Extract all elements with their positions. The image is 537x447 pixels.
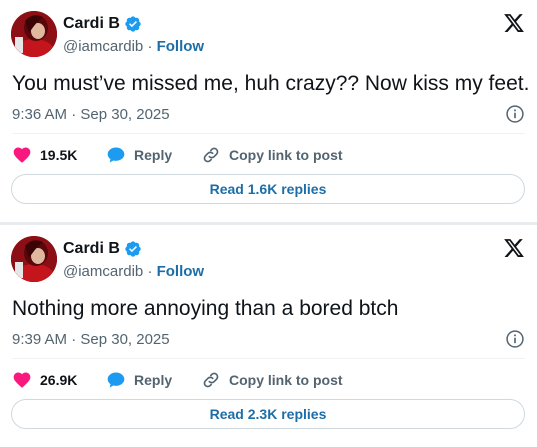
author-handle[interactable]: @iamcardib: [63, 38, 143, 55]
divider: [12, 358, 525, 359]
verified-badge-icon: [124, 15, 142, 33]
tweet-timestamp[interactable]: 9:36 AM · Sep 30, 2025: [12, 106, 170, 123]
copy-link-label: Copy link to post: [229, 372, 343, 388]
speech-bubble-icon: [107, 372, 125, 388]
reply-label: Reply: [134, 147, 173, 163]
tweet-card: Cardi B @iamcardib · Follow You must’ve …: [0, 0, 537, 222]
divider: [12, 133, 525, 134]
x-logo-icon[interactable]: [503, 237, 525, 259]
like-count: 26.9K: [40, 372, 78, 388]
link-icon: [203, 372, 219, 388]
action-bar: 19.5K Reply Copy link to post: [12, 144, 343, 166]
x-logo-icon[interactable]: [503, 12, 525, 34]
handle-row: @iamcardib · Follow: [63, 38, 204, 55]
like-button[interactable]: 26.9K: [12, 370, 106, 390]
reply-button[interactable]: Reply: [106, 145, 201, 165]
follow-button[interactable]: Follow: [157, 38, 205, 55]
like-button[interactable]: 19.5K: [12, 145, 106, 165]
reply-button[interactable]: Reply: [106, 370, 201, 390]
read-replies-button[interactable]: Read 2.3K replies: [11, 399, 525, 429]
avatar[interactable]: [11, 11, 57, 57]
action-bar: 26.9K Reply Copy link to post: [12, 369, 343, 391]
copy-link-label: Copy link to post: [229, 147, 343, 163]
link-icon: [203, 147, 219, 163]
read-replies-button[interactable]: Read 1.6K replies: [11, 174, 525, 204]
copy-link-button[interactable]: Copy link to post: [201, 145, 343, 165]
tweet-timestamp[interactable]: 9:39 AM · Sep 30, 2025: [12, 331, 170, 348]
handle-row: @iamcardib · Follow: [63, 263, 204, 280]
author-name[interactable]: Cardi B: [63, 240, 120, 258]
heart-icon: [13, 372, 31, 388]
verified-badge-icon: [124, 240, 142, 258]
speech-bubble-icon: [107, 147, 125, 163]
follow-button[interactable]: Follow: [157, 263, 205, 280]
copy-link-button[interactable]: Copy link to post: [201, 370, 343, 390]
separator-dot: ·: [147, 263, 157, 280]
like-count: 19.5K: [40, 147, 78, 163]
separator-dot: ·: [147, 38, 157, 55]
avatar[interactable]: [11, 236, 57, 282]
author-name[interactable]: Cardi B: [63, 15, 120, 33]
info-icon[interactable]: [505, 104, 525, 124]
tweet-text: Nothing more annoying than a bored btch: [12, 297, 399, 320]
author-handle[interactable]: @iamcardib: [63, 263, 143, 280]
tweet-card: Cardi B @iamcardib · Follow Nothing more…: [0, 225, 537, 447]
heart-icon: [13, 147, 31, 163]
reply-label: Reply: [134, 372, 173, 388]
author-name-row[interactable]: Cardi B: [63, 240, 142, 258]
info-icon[interactable]: [505, 329, 525, 349]
tweet-text: You must’ve missed me, huh crazy?? Now k…: [12, 72, 530, 95]
author-name-row[interactable]: Cardi B: [63, 15, 142, 33]
